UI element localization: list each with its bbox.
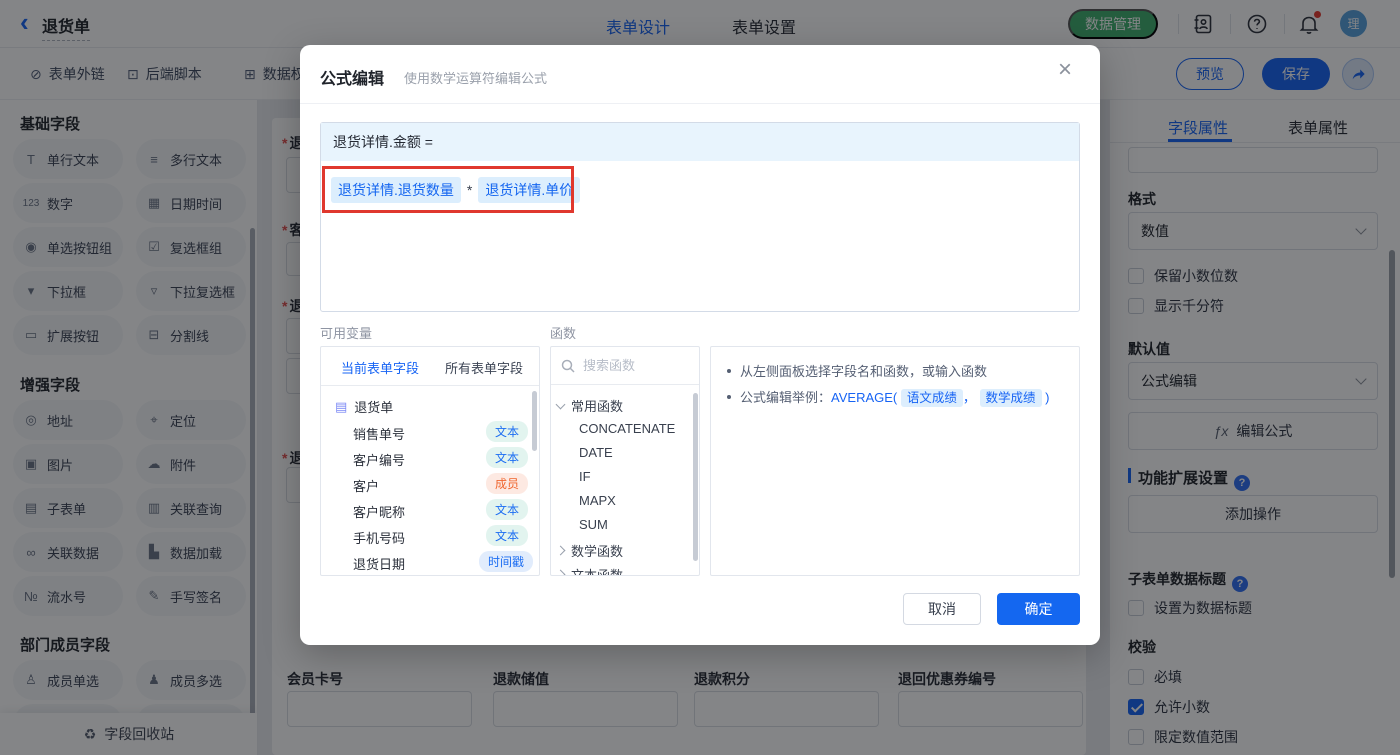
type-badge: 成员	[486, 473, 529, 494]
type-badge: 文本	[486, 421, 529, 442]
formula-help-panel: 从左侧面板选择字段名和函数，或输入函数 公式编辑举例：AVERAGE( 语文成绩…	[710, 346, 1080, 576]
cancel-button[interactable]: 取消	[903, 593, 981, 625]
formula-operator: *	[466, 182, 473, 198]
chevron-right-icon	[555, 545, 566, 556]
tab-current-form-fields[interactable]: 当前表单字段	[341, 358, 419, 377]
variable-row-customer[interactable]: 客户	[353, 476, 379, 495]
formula-edit-modal: 公式编辑 使用数学运算符编辑公式 × 退货详情.金额 = 退货详情.退货数量 * 退…	[300, 45, 1100, 645]
formula-target: 退货详情.金额 =	[321, 123, 1079, 161]
confirm-button[interactable]: 确定	[997, 593, 1080, 625]
function-search[interactable]	[551, 347, 699, 385]
help-line-2: 公式编辑举例：AVERAGE( 语文成绩， 数学成绩 )	[727, 387, 1050, 407]
divider	[300, 103, 1100, 104]
variable-row-customer-no[interactable]: 客户编号	[353, 450, 405, 469]
tree-root-return-order[interactable]: ▤ 退货单	[335, 397, 393, 416]
bullet-icon	[727, 394, 731, 399]
function-item-if[interactable]: IF	[579, 469, 591, 484]
modal-title: 公式编辑	[320, 71, 385, 88]
help-line-1: 从左侧面板选择字段名和函数，或输入函数	[727, 361, 987, 380]
functions-label: 函数	[550, 326, 577, 341]
close-icon[interactable]: ×	[1058, 58, 1072, 82]
type-badge: 文本	[486, 447, 529, 468]
type-badge: 文本	[486, 525, 529, 546]
function-item-mapx[interactable]: MAPX	[579, 493, 616, 508]
function-item-concatenate[interactable]: CONCATENATE	[579, 421, 675, 436]
chevron-down-icon	[555, 399, 566, 409]
variables-label: 可用变量	[320, 326, 373, 341]
search-icon	[561, 359, 575, 373]
type-badge: 时间戳	[479, 551, 534, 572]
functions-scrollbar[interactable]	[693, 393, 698, 561]
bullet-icon	[727, 368, 731, 373]
function-group-common[interactable]: 常用函数	[555, 396, 623, 415]
formula-expression: 退货详情.退货数量 * 退货详情.单价	[331, 177, 581, 203]
function-search-input[interactable]	[583, 358, 683, 373]
variable-row-customer-nickname[interactable]: 客户昵称	[353, 502, 405, 521]
form-doc-icon: ▤	[335, 398, 348, 414]
function-group-math[interactable]: 数学函数	[555, 541, 623, 560]
variables-panel: 当前表单字段 所有表单字段 ▤ 退货单 销售单号 文本 客户编号 文本 客户 成…	[320, 346, 540, 576]
modal-subtitle: 使用数学运算符编辑公式	[404, 71, 548, 86]
formula-field-token[interactable]: 退货详情.退货数量	[331, 177, 461, 203]
type-badge: 文本	[486, 499, 529, 520]
function-item-sum[interactable]: SUM	[579, 517, 608, 532]
variable-row-return-date[interactable]: 退货日期	[353, 554, 405, 573]
formula-editor[interactable]: 退货详情.金额 = 退货详情.退货数量 * 退货详情.单价	[320, 122, 1080, 312]
function-group-text[interactable]: 文本函数	[555, 565, 623, 575]
functions-panel: 常用函数 CONCATENATE DATE IF MAPX SUM 数学函数 文…	[550, 346, 700, 576]
chevron-right-icon	[555, 569, 566, 575]
variables-scrollbar[interactable]	[532, 391, 537, 451]
tab-all-form-fields[interactable]: 所有表单字段	[445, 358, 523, 377]
function-item-date[interactable]: DATE	[579, 445, 613, 460]
example-field-chip: 语文成绩	[900, 389, 963, 407]
variable-row-sales-order-no[interactable]: 销售单号	[353, 424, 405, 443]
divider	[321, 385, 539, 386]
example-field-chip: 数学成绩	[979, 389, 1042, 407]
variable-row-phone-number[interactable]: 手机号码	[353, 528, 405, 547]
formula-field-token[interactable]: 退货详情.单价	[478, 177, 581, 203]
